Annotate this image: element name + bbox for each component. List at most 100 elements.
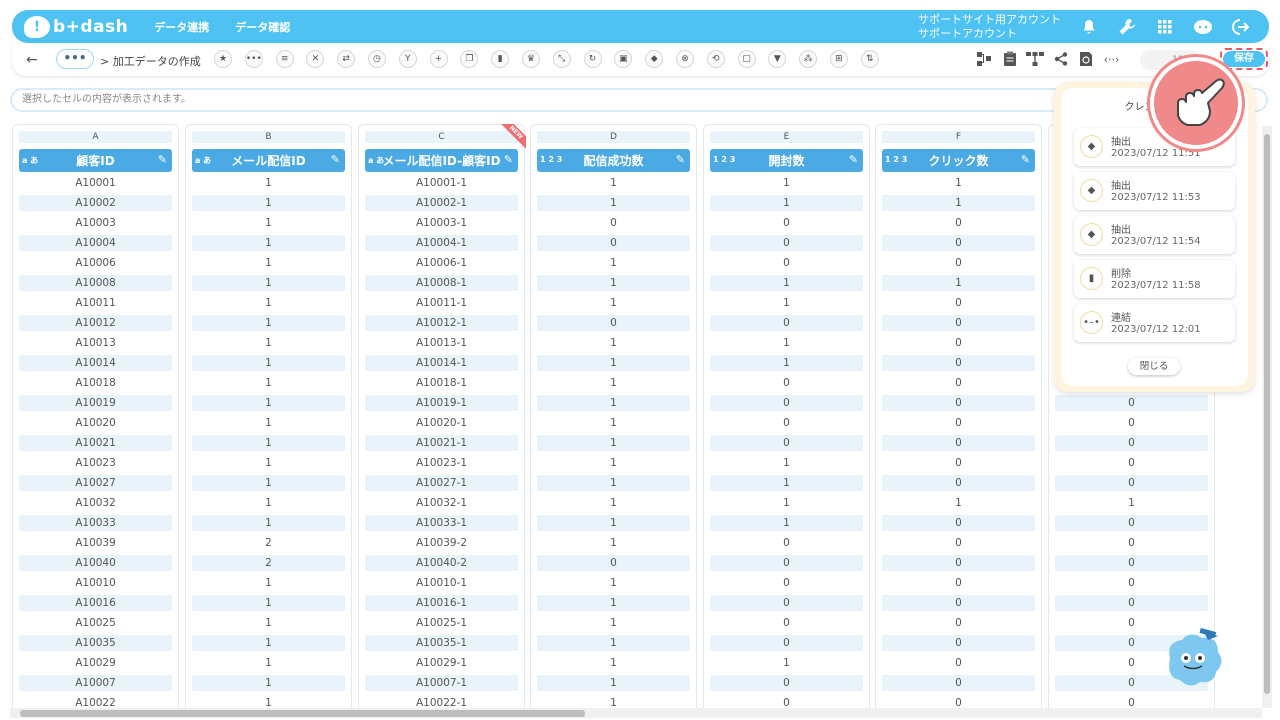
lock-icon[interactable]: ▣ <box>614 50 633 68</box>
table-cell[interactable]: A10039 <box>19 535 172 551</box>
table-cell[interactable]: 1 <box>192 375 345 391</box>
table-cell[interactable]: 0 <box>882 655 1035 671</box>
table-cell[interactable]: 0 <box>537 215 690 231</box>
timer-icon[interactable]: ◷ <box>367 50 386 68</box>
table-cell[interactable]: 1 <box>882 195 1035 211</box>
table-cell[interactable]: 0 <box>710 375 863 391</box>
logout-icon[interactable] <box>1222 15 1260 39</box>
horizontal-scrollbar[interactable] <box>10 708 1262 718</box>
replace-icon[interactable]: ⟲ <box>706 50 725 68</box>
filter-icon[interactable]: ▼ <box>768 50 787 68</box>
table-cell[interactable]: 1 <box>192 695 345 708</box>
grid-icon[interactable] <box>1146 15 1184 39</box>
group-icon[interactable]: ⁂ <box>799 50 818 68</box>
table-cell[interactable]: A10027 <box>19 475 172 491</box>
table-cell[interactable]: 0 <box>1055 415 1208 431</box>
expand-icon[interactable]: ⤡ <box>552 50 571 68</box>
column-letter[interactable]: D <box>537 131 690 143</box>
table-cell[interactable]: A10012-1 <box>365 315 518 331</box>
table-cell[interactable]: 0 <box>882 635 1035 651</box>
table-cell[interactable]: 0 <box>710 235 863 251</box>
table-cell[interactable]: 1 <box>537 435 690 451</box>
column-letter[interactable]: F <box>882 131 1035 143</box>
column-letter[interactable]: B <box>192 131 345 143</box>
table-cell[interactable]: A10040-2 <box>365 555 518 571</box>
table-cell[interactable]: A10014 <box>19 355 172 371</box>
history-item[interactable]: •–• 連結 2023/07/12 12:01 <box>1074 304 1235 342</box>
table-cell[interactable]: A10021 <box>19 435 172 451</box>
table-cell[interactable]: 0 <box>1055 475 1208 491</box>
column-header[interactable]: 1 2 3 開封数 ✎ <box>710 149 863 172</box>
table-cell[interactable]: 1 <box>710 475 863 491</box>
swap-icon[interactable]: ⇄ <box>337 50 356 68</box>
table-cell[interactable]: 0 <box>1055 435 1208 451</box>
table-cell[interactable]: A10032-1 <box>365 495 518 511</box>
table-cell[interactable]: 1 <box>192 195 345 211</box>
table-cell[interactable]: 1 <box>537 335 690 351</box>
table-cell[interactable]: 1 <box>192 235 345 251</box>
refresh-icon[interactable]: ↻ <box>583 50 602 68</box>
table-cell[interactable]: 0 <box>710 595 863 611</box>
table-cell[interactable]: 1 <box>537 575 690 591</box>
table-cell[interactable]: A10014-1 <box>365 355 518 371</box>
trash-icon[interactable]: ▮ <box>491 50 510 68</box>
chat-bot-icon[interactable] <box>1184 15 1222 39</box>
table-cell[interactable]: 0 <box>882 255 1035 271</box>
table-cell[interactable]: A10025-1 <box>365 615 518 631</box>
table-cell[interactable]: 0 <box>1055 555 1208 571</box>
table-cell[interactable]: 0 <box>710 555 863 571</box>
table-cell[interactable]: 0 <box>882 455 1035 471</box>
table-cell[interactable]: 1 <box>192 275 345 291</box>
table-cell[interactable]: 1 <box>710 195 863 211</box>
table-cell[interactable]: A10002 <box>19 195 172 211</box>
table-cell[interactable]: 1 <box>537 595 690 611</box>
frame-icon[interactable]: ▢ <box>737 50 756 68</box>
table-cell[interactable]: 1 <box>537 275 690 291</box>
table-cell[interactable]: 0 <box>537 555 690 571</box>
table-cell[interactable]: 1 <box>710 495 863 511</box>
table-cell[interactable]: 1 <box>537 515 690 531</box>
column-header[interactable]: 1 2 3 クリック数 ✎ <box>882 149 1035 172</box>
table-cell[interactable]: 0 <box>1055 595 1208 611</box>
table-cell[interactable]: 0 <box>882 235 1035 251</box>
table-cell[interactable]: A10021-1 <box>365 435 518 451</box>
table-cell[interactable]: 1 <box>192 215 345 231</box>
table-cell[interactable]: 1 <box>192 255 345 271</box>
column-header[interactable]: a あ 顧客ID ✎ <box>19 149 172 172</box>
pencil-icon[interactable]: ✎ <box>1021 153 1030 166</box>
table-cell[interactable]: 0 <box>1055 575 1208 591</box>
crown-icon[interactable]: ♛ <box>521 50 540 68</box>
bell-icon[interactable] <box>1070 15 1108 39</box>
table-cell[interactable]: A10006 <box>19 255 172 271</box>
table-cell[interactable]: A10019-1 <box>365 395 518 411</box>
table-cell[interactable]: 1 <box>192 495 345 511</box>
table-cell[interactable]: 1 <box>710 295 863 311</box>
column-letter[interactable]: E <box>710 131 863 143</box>
extract-icon[interactable]: ◆ <box>645 50 664 68</box>
pencil-icon[interactable]: ✎ <box>676 153 685 166</box>
table-cell[interactable]: 0 <box>882 315 1035 331</box>
table-cell[interactable]: 1 <box>537 655 690 671</box>
table-cell[interactable]: 1 <box>710 655 863 671</box>
table-cell[interactable]: 1 <box>537 295 690 311</box>
nav-data-link[interactable]: データ連携 <box>154 19 209 35</box>
table-cell[interactable]: A10011 <box>19 295 172 311</box>
table-cell[interactable]: 2 <box>192 555 345 571</box>
sort-icon[interactable]: ⇅ <box>860 50 879 68</box>
table-cell[interactable]: 0 <box>882 435 1035 451</box>
history-icon[interactable] <box>1076 50 1096 68</box>
table-cell[interactable]: A10035-1 <box>365 635 518 651</box>
table-cell[interactable]: 1 <box>192 575 345 591</box>
table-cell[interactable]: 0 <box>537 315 690 331</box>
table-cell[interactable]: 0 <box>1055 455 1208 471</box>
table-cell[interactable]: 1 <box>192 615 345 631</box>
table-cell[interactable]: A10039-2 <box>365 535 518 551</box>
table-cell[interactable]: 1 <box>537 615 690 631</box>
table-cell[interactable]: A10003 <box>19 215 172 231</box>
table-cell[interactable]: 1 <box>710 175 863 191</box>
list-icon[interactable]: ≡ <box>275 50 294 68</box>
table-cell[interactable]: 0 <box>882 515 1035 531</box>
table-cell[interactable]: A10013-1 <box>365 335 518 351</box>
table-cell[interactable]: 0 <box>710 695 863 708</box>
table-cell[interactable]: 1 <box>192 395 345 411</box>
